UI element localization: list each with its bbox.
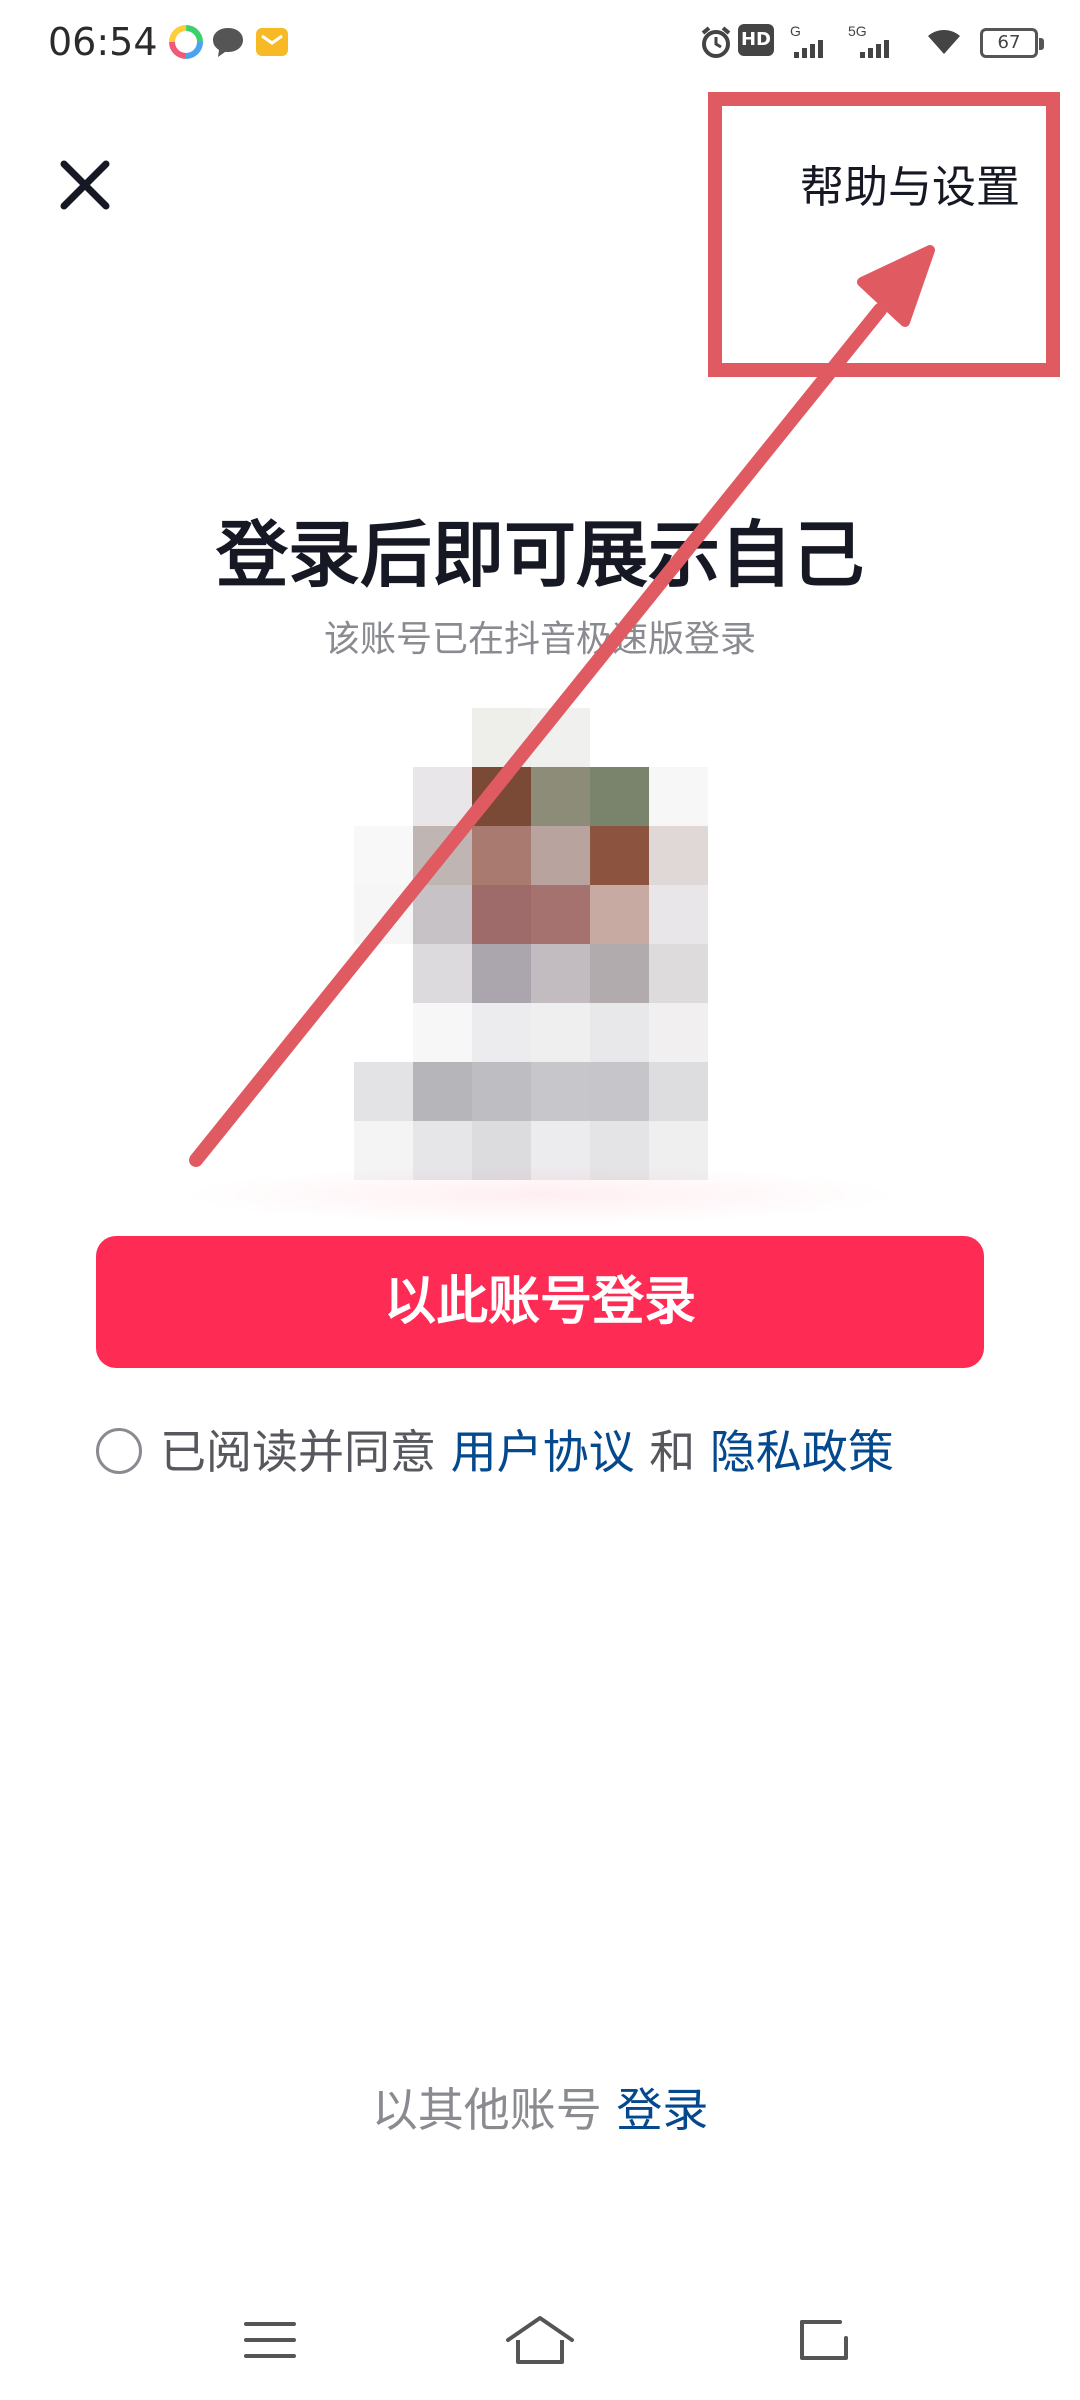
home-icon[interactable]: [500, 2300, 580, 2380]
annotation-highlight-box: [708, 92, 1060, 377]
agreement-checkbox[interactable]: [96, 1428, 142, 1474]
wifi-icon: [928, 30, 960, 54]
other-account-login: 以其他账号 登录: [0, 2075, 1080, 2145]
signal-icon: G: [790, 23, 823, 58]
chat-bubble-icon: [213, 28, 243, 57]
agreement-prefix: 已阅读并同意: [160, 1425, 436, 1479]
close-icon[interactable]: [50, 150, 120, 220]
mail-icon: [256, 28, 288, 56]
menu-icon[interactable]: [230, 2300, 310, 2380]
login-with-this-account-button[interactable]: 以此账号登录: [96, 1236, 984, 1368]
battery-icon: 67: [980, 28, 1044, 58]
status-time: 06:54: [48, 20, 158, 64]
network-g-label: G: [790, 23, 801, 39]
user-agreement-link[interactable]: 用户协议: [451, 1425, 635, 1479]
page-subtitle: 该账号已在抖音极速版登录: [323, 619, 756, 660]
avatar: [354, 708, 708, 1180]
hd-icon: HD: [738, 24, 774, 56]
back-icon[interactable]: [780, 2300, 860, 2380]
signal-5g-icon: 5G: [848, 23, 889, 58]
other-account-label: 以其他账号: [371, 2083, 602, 2137]
page-title: 登录后即可展示自己: [215, 513, 864, 597]
other-account-login-link[interactable]: 登录: [616, 2083, 708, 2137]
network-5g-label: 5G: [848, 23, 867, 39]
avatar-shadow: [180, 1165, 900, 1225]
notification-app-icon: [169, 25, 203, 59]
alarm-icon: [701, 26, 731, 58]
privacy-policy-link[interactable]: 隐私政策: [710, 1425, 894, 1479]
agreement-and: 和: [649, 1425, 696, 1479]
agreement-text: 已阅读并同意 用户协议 和 隐私政策: [160, 1418, 980, 1486]
